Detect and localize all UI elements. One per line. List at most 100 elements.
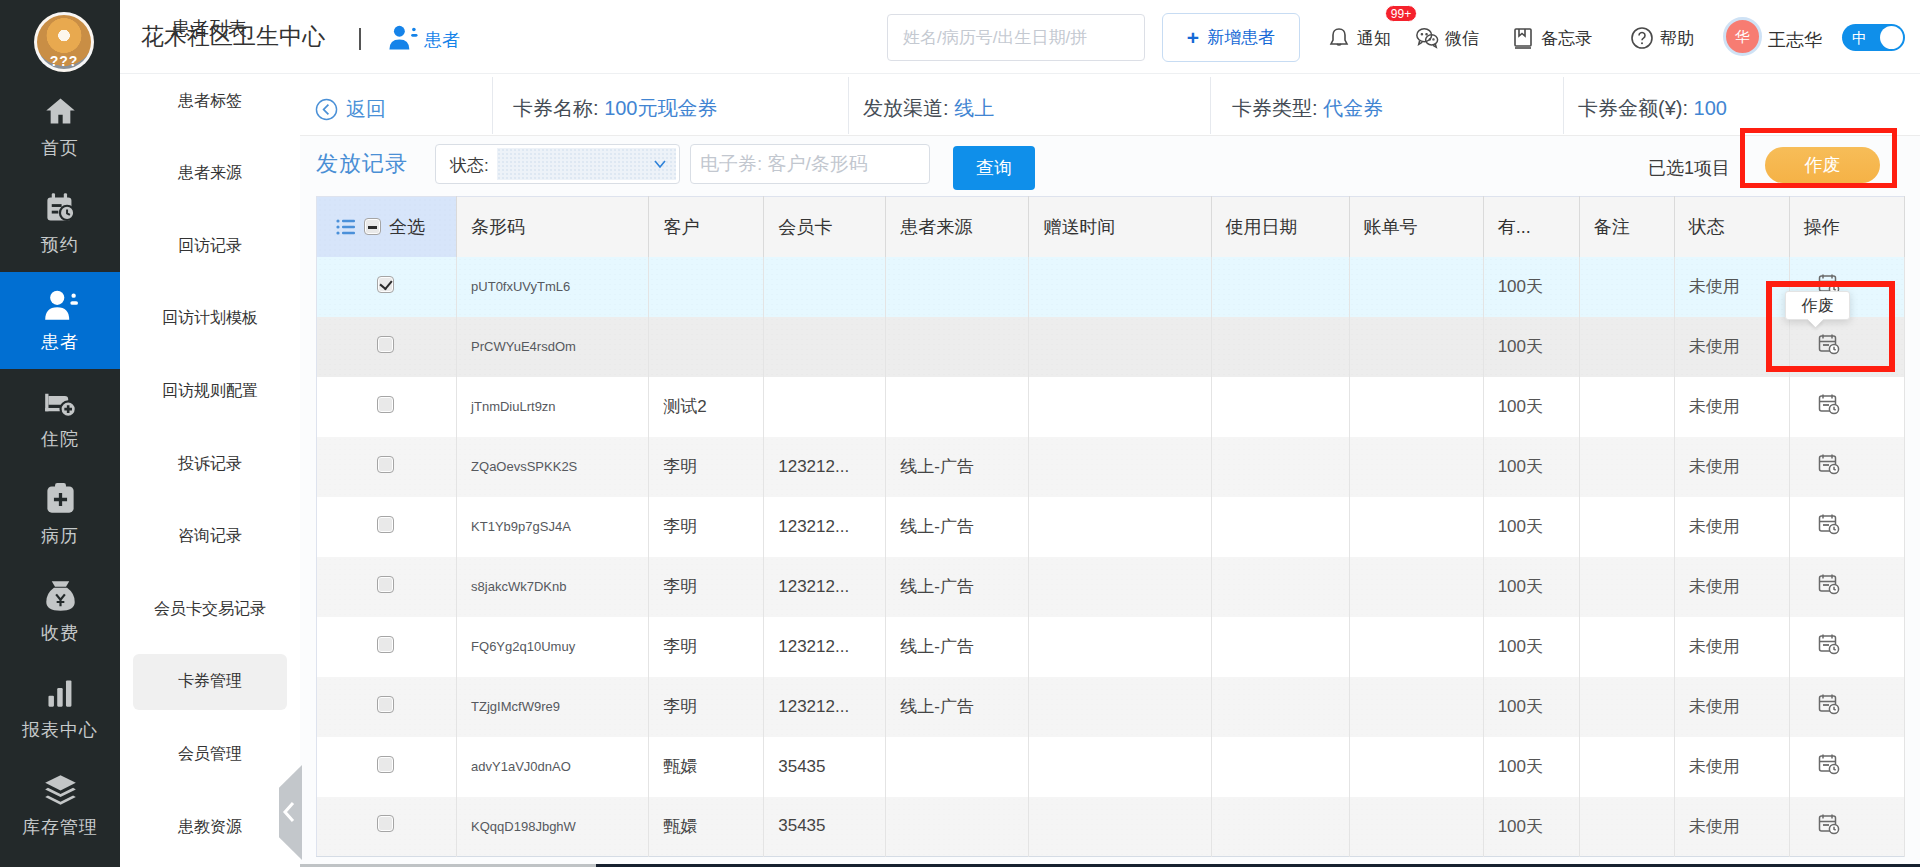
select-all-checkbox[interactable] <box>364 218 381 235</box>
cell-bill-no <box>1349 557 1483 617</box>
notification-item[interactable]: 通知 <box>1327 25 1391 51</box>
sidebar-item-bed[interactable]: 住院 <box>0 369 120 466</box>
coupon-search-input[interactable]: 电子券: 客户/条形码 <box>690 144 930 184</box>
void-action-icon[interactable] <box>1818 393 1840 415</box>
status-select[interactable]: 状态: <box>435 144 680 184</box>
stack-icon <box>43 773 78 808</box>
user-avatar[interactable]: 华 <box>1723 17 1762 56</box>
submenu-item-7[interactable]: 会员卡交易记录 <box>133 581 287 637</box>
cell-validity: 100天 <box>1483 677 1579 737</box>
submenu-item-6[interactable]: 咨询记录 <box>133 509 287 565</box>
sidebar-item-patient[interactable]: 患者 <box>0 272 120 369</box>
cell-member-card: 123212... <box>764 557 886 617</box>
cell-bill-no <box>1349 437 1483 497</box>
cell-action <box>1789 617 1904 677</box>
submenu-item-5[interactable]: 投诉记录 <box>133 436 287 492</box>
table-row-7: TZjgIMcfW9re9李明123212...线上-广告100天未使用 <box>317 677 1905 737</box>
row-checkbox-cell <box>317 737 457 797</box>
cell-barcode: advY1aVJ0dnAO <box>457 737 649 797</box>
cell-validity: 100天 <box>1483 317 1579 377</box>
cell-barcode: ZQaOevsSPKK2S <box>457 437 649 497</box>
cell-bill-no <box>1349 797 1483 857</box>
back-button[interactable]: 返回 <box>315 96 386 123</box>
row-checkbox[interactable] <box>377 396 394 413</box>
row-checkbox-cell <box>317 257 457 317</box>
memo-item[interactable]: 备忘录 <box>1511 25 1592 51</box>
row-checkbox[interactable] <box>377 576 394 593</box>
cell-status: 未使用 <box>1674 377 1789 437</box>
row-checkbox[interactable] <box>377 636 394 653</box>
submenu-item-8[interactable]: 卡券管理 <box>133 654 287 710</box>
cell-status: 未使用 <box>1674 797 1789 857</box>
info-field-3: 卡券金额(¥): 100 <box>1578 95 1727 122</box>
query-button[interactable]: 查询 <box>953 146 1035 190</box>
row-checkbox[interactable] <box>377 456 394 473</box>
cell-validity: 100天 <box>1483 797 1579 857</box>
void-action-icon[interactable] <box>1818 693 1840 715</box>
cell-barcode: jTnmDiuLrt9zn <box>457 377 649 437</box>
cell-note <box>1579 677 1674 737</box>
sidebar-item-money[interactable]: 收费 <box>0 563 120 660</box>
status-select-value <box>497 148 676 180</box>
table-row-4: KT1Yb9p7gSJ4A李明123212...线上-广告100天未使用 <box>317 497 1905 557</box>
help-item[interactable]: 帮助 <box>1630 25 1694 51</box>
add-patient-button[interactable]: +新增患者 <box>1162 13 1300 62</box>
submenu-item-2[interactable]: 回访记录 <box>133 218 287 274</box>
sidebar-item-chart[interactable]: 报表中心 <box>0 660 120 757</box>
cell-customer: 李明 <box>649 617 764 677</box>
patient-search-input[interactable]: 姓名/病历号/出生日期/拼 <box>887 14 1145 61</box>
row-checkbox[interactable] <box>377 756 394 773</box>
memo-icon <box>1511 25 1535 51</box>
user-name[interactable]: 王志华 <box>1768 28 1822 52</box>
table-row-5: s8jakcWk7DKnb李明123212...线上-广告100天未使用 <box>317 557 1905 617</box>
cell-barcode: PrCWYuE4rsdOm <box>457 317 649 377</box>
annotation-box-void-button <box>1740 128 1897 188</box>
submenu-item-3[interactable]: 回访计划模板 <box>133 291 287 347</box>
cell-source <box>886 797 1029 857</box>
cell-note <box>1579 797 1674 857</box>
cell-note <box>1579 437 1674 497</box>
row-checkbox[interactable] <box>377 815 394 832</box>
void-action-icon[interactable] <box>1818 813 1840 835</box>
back-icon <box>315 98 338 121</box>
sidebar-item-stack[interactable]: 库存管理 <box>0 757 120 854</box>
sidebar-item-record[interactable]: 病历 <box>0 466 120 563</box>
cell-member-card: 123212... <box>764 437 886 497</box>
submenu-item-4[interactable]: 回访规则配置 <box>133 363 287 419</box>
select-all-header: 全选 <box>317 197 457 257</box>
row-checkbox[interactable] <box>377 696 394 713</box>
language-toggle[interactable]: 中 <box>1842 24 1905 51</box>
sidebar-item-home[interactable]: 首页 <box>0 78 120 175</box>
submenu-item-0[interactable]: 患者标签 <box>133 73 287 129</box>
cell-action <box>1789 797 1904 857</box>
col-header-0: 条形码 <box>457 197 649 257</box>
cell-customer: 甄嬛 <box>649 797 764 857</box>
cell-gift-time <box>1029 497 1211 557</box>
sidebar-item-calendar[interactable]: 预约 <box>0 175 120 272</box>
cell-note <box>1579 557 1674 617</box>
row-checkbox[interactable] <box>377 276 394 293</box>
row-checkbox[interactable] <box>377 336 394 353</box>
void-action-icon[interactable] <box>1818 573 1840 595</box>
cell-barcode: KT1Yb9p7gSJ4A <box>457 497 649 557</box>
row-checkbox[interactable] <box>377 516 394 533</box>
cell-use-date <box>1211 437 1349 497</box>
money-icon <box>43 579 78 614</box>
void-action-icon[interactable] <box>1818 753 1840 775</box>
void-action-icon[interactable] <box>1818 513 1840 535</box>
submenu-item-10[interactable]: 患教资源 <box>133 799 287 855</box>
wechat-item[interactable]: 微信 <box>1415 25 1479 51</box>
patient-icon <box>43 288 78 323</box>
submenu-item-9[interactable]: 会员管理 <box>133 726 287 782</box>
void-action-icon[interactable] <box>1818 453 1840 475</box>
info-divider <box>1210 77 1211 134</box>
records-table: 全选条形码客户会员卡患者来源赠送时间使用日期账单号有...备注状态操作 pUT0… <box>316 196 1905 858</box>
void-action-icon[interactable] <box>1818 633 1840 655</box>
submenu-item-1[interactable]: 患者来源 <box>133 146 287 202</box>
home-icon <box>43 94 78 129</box>
cell-validity: 100天 <box>1483 257 1579 317</box>
clinic-avatar[interactable]: ??? <box>34 12 94 72</box>
wechat-icon <box>1415 25 1439 51</box>
cell-use-date <box>1211 257 1349 317</box>
list-view-icon[interactable] <box>336 218 356 236</box>
